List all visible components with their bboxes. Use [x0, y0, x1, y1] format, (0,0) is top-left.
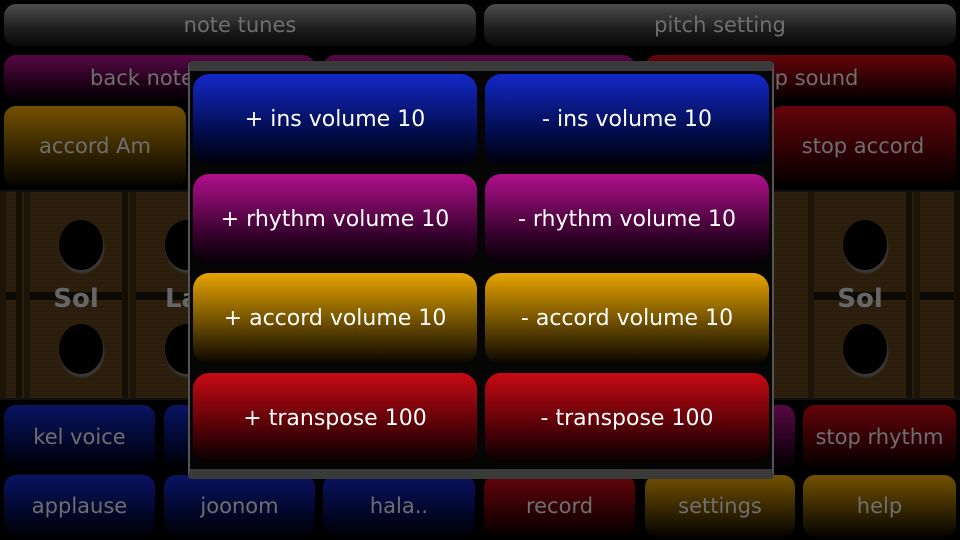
increase-rhythm-volume-button[interactable]: + rhythm volume 10 — [193, 174, 477, 264]
volume-dialog: + ins volume 10 - ins volume 10 + rhythm… — [188, 61, 774, 479]
increase-ins-volume-button[interactable]: + ins volume 10 — [193, 74, 477, 165]
decrease-rhythm-volume-button[interactable]: - rhythm volume 10 — [485, 174, 769, 264]
decrease-transpose-button[interactable]: - transpose 100 — [485, 373, 769, 463]
increase-transpose-button[interactable]: + transpose 100 — [193, 373, 477, 463]
increase-accord-volume-button[interactable]: + accord volume 10 — [193, 273, 477, 364]
decrease-ins-volume-button[interactable]: - ins volume 10 — [485, 74, 769, 165]
decrease-accord-volume-button[interactable]: - accord volume 10 — [485, 273, 769, 364]
